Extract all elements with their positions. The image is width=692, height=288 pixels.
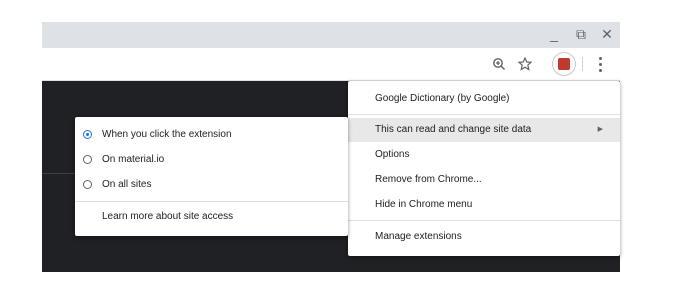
zoom-icon[interactable]	[489, 54, 509, 74]
radio-option-on-click[interactable]: When you click the extension	[75, 124, 348, 146]
toolbar	[42, 48, 620, 81]
submenu-divider	[75, 201, 348, 202]
chevron-right-icon: ▶	[597, 126, 603, 133]
learn-more-link[interactable]: Learn more about site access	[75, 206, 348, 228]
menu-item-manage-extensions[interactable]: Manage extensions	[348, 225, 620, 249]
more-vert-icon[interactable]	[594, 54, 606, 74]
menu-divider	[348, 220, 620, 221]
restore-icon[interactable]: ⧉	[572, 25, 590, 43]
minimize-icon[interactable]: _	[545, 25, 563, 43]
menu-divider	[348, 114, 620, 115]
radio-option-all-sites[interactable]: On all sites	[75, 174, 348, 196]
radio-selected-icon[interactable]	[83, 130, 92, 139]
toolbar-separator	[582, 57, 583, 71]
title-bar: _ ⧉ ✕	[42, 22, 620, 48]
menu-item-remove[interactable]: Remove from Chrome...	[348, 168, 620, 192]
radio-unselected-icon[interactable]	[83, 155, 92, 164]
radio-unselected-icon[interactable]	[83, 180, 92, 189]
close-icon[interactable]: ✕	[598, 25, 616, 43]
menu-item-hide[interactable]: Hide in Chrome menu	[348, 193, 620, 217]
extension-context-menu: Google Dictionary (by Google) This can r…	[348, 81, 620, 256]
menu-item-options[interactable]: Options	[348, 143, 620, 167]
extension-icon	[558, 58, 570, 70]
extension-button[interactable]	[552, 52, 576, 76]
radio-option-material-io[interactable]: On material.io	[75, 149, 348, 171]
menu-item-extension-name[interactable]: Google Dictionary (by Google)	[348, 87, 620, 111]
star-icon[interactable]	[515, 54, 535, 74]
menu-item-site-access[interactable]: This can read and change site data ▶	[348, 118, 620, 142]
site-access-submenu: When you click the extension On material…	[75, 117, 348, 236]
